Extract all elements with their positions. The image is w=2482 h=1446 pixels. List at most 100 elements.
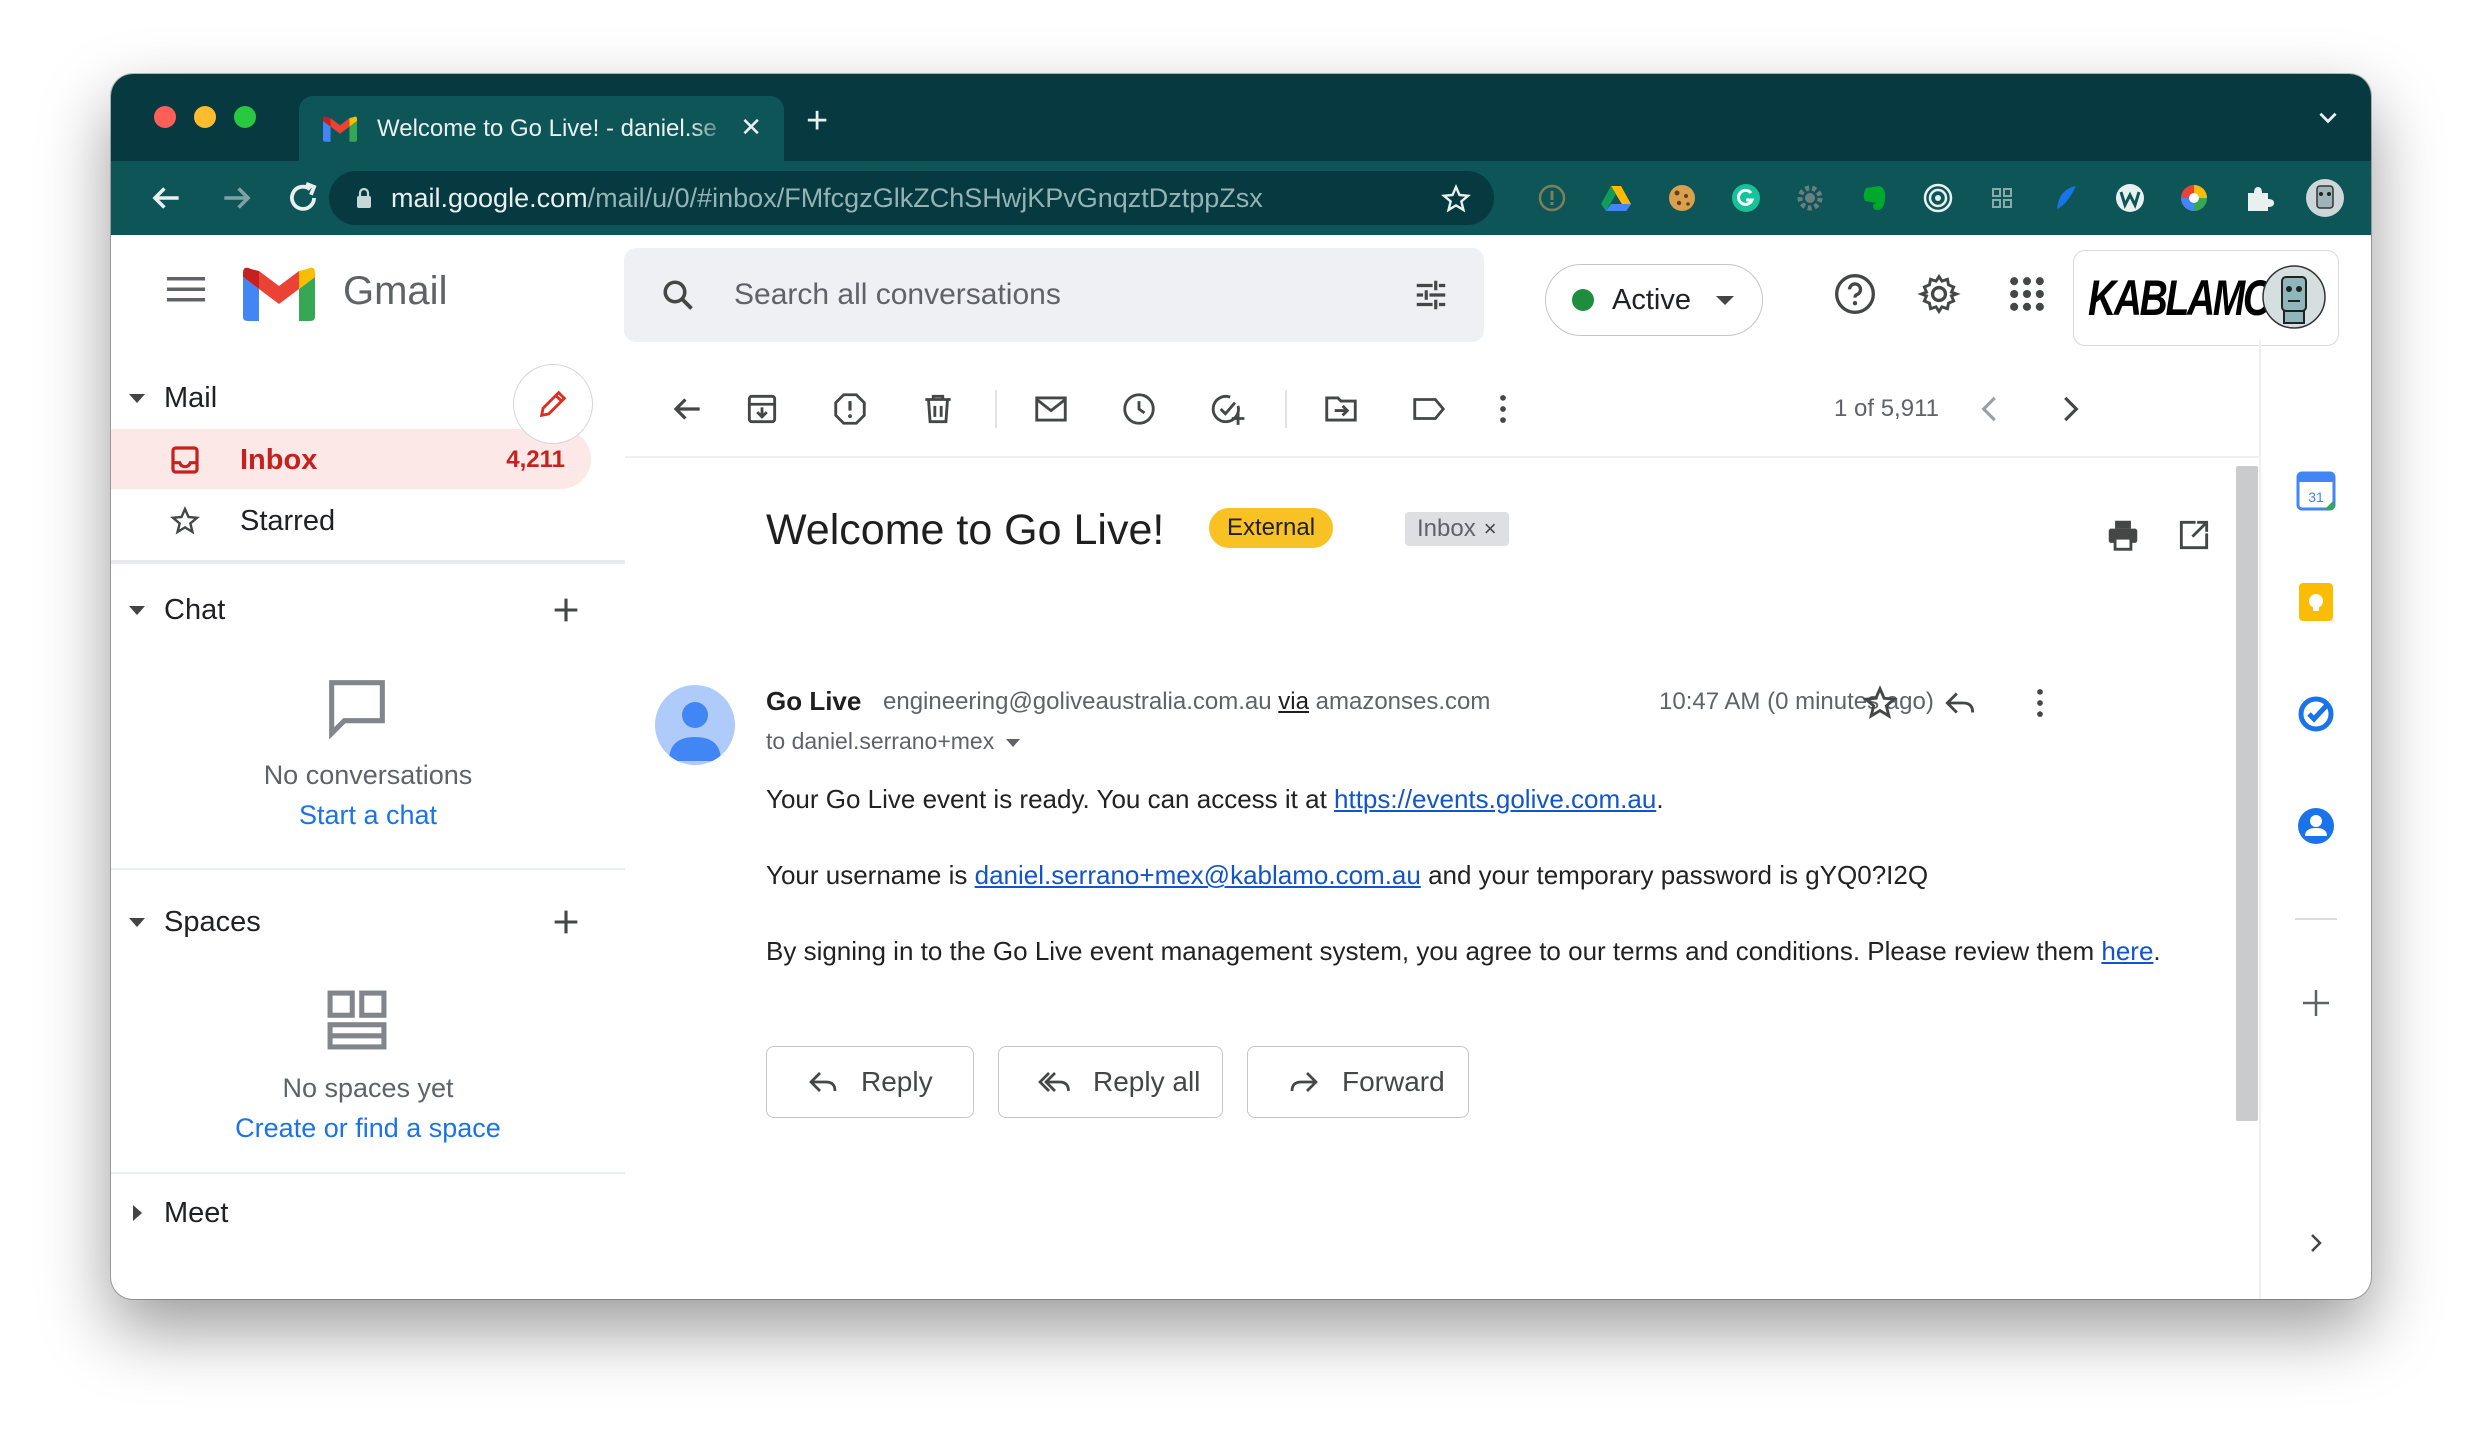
back-to-inbox-icon[interactable] bbox=[668, 390, 706, 428]
open-new-window-icon[interactable] bbox=[2175, 516, 2213, 554]
sidebar-item-starred[interactable]: Starred bbox=[111, 490, 591, 550]
info-extension-icon[interactable] bbox=[1535, 181, 1569, 215]
reply-arrow-icon[interactable] bbox=[1941, 684, 1979, 722]
add-to-tasks-icon[interactable] bbox=[1208, 390, 1246, 428]
sender-avatar[interactable] bbox=[655, 685, 735, 765]
reply-all-button[interactable]: Reply all bbox=[998, 1046, 1223, 1118]
mark-unread-icon[interactable] bbox=[1032, 390, 1070, 428]
gear-extension-icon[interactable] bbox=[1793, 181, 1827, 215]
account-brand-box[interactable]: KABLAMO bbox=[2073, 250, 2339, 346]
older-chevron-right-icon[interactable] bbox=[2051, 390, 2089, 428]
feather-extension-icon[interactable] bbox=[2049, 181, 2083, 215]
username-email-link[interactable]: daniel.serrano+mex@kablamo.com.au bbox=[975, 860, 1421, 890]
snooze-clock-icon[interactable] bbox=[1120, 390, 1158, 428]
url-text: mail.google.com/mail/u/0/#inbox/FMfcgzGl… bbox=[391, 182, 1263, 213]
bookmark-star-icon[interactable] bbox=[1440, 183, 1472, 215]
expand-caret-icon bbox=[133, 1205, 142, 1221]
details-caret-icon[interactable] bbox=[1006, 738, 1021, 747]
new-chat-plus-icon[interactable] bbox=[549, 593, 583, 627]
back-arrow-icon[interactable] bbox=[147, 179, 185, 217]
chat-section-header[interactable]: Chat bbox=[111, 580, 625, 640]
body-paragraph: Your username is daniel.serrano+mex@kabl… bbox=[766, 860, 1929, 890]
message-scrollbar[interactable] bbox=[2236, 466, 2258, 1121]
forward-button[interactable]: Forward bbox=[1247, 1046, 1469, 1118]
maximize-window-button[interactable] bbox=[234, 106, 256, 128]
sender-name[interactable]: Go Live bbox=[766, 686, 861, 717]
reply-icon bbox=[809, 1072, 837, 1092]
google-calendar-icon[interactable]: 31 bbox=[2295, 470, 2337, 512]
sender-email: engineering@goliveaustralia.com.au via a… bbox=[883, 688, 1491, 715]
browser-menu-icon[interactable] bbox=[2365, 181, 2371, 215]
google-keep-icon[interactable] bbox=[2295, 581, 2337, 623]
main-menu-icon[interactable] bbox=[167, 275, 205, 303]
print-icon[interactable] bbox=[2104, 516, 2142, 554]
settings-gear-icon[interactable] bbox=[1917, 272, 1961, 316]
google-contacts-icon[interactable] bbox=[2295, 805, 2337, 847]
target-extension-icon[interactable] bbox=[1921, 181, 1955, 215]
search-options-icon[interactable] bbox=[1412, 276, 1450, 314]
message-view: 1 of 5,911 Welcome to Go Live! External … bbox=[625, 340, 2370, 1299]
grid-extension-icon[interactable] bbox=[1985, 181, 2019, 215]
star-message-icon[interactable] bbox=[1861, 684, 1899, 722]
recipient-details[interactable]: to daniel.serrano+mex bbox=[766, 728, 1021, 755]
new-space-plus-icon[interactable] bbox=[549, 905, 583, 939]
gmail-logo-icon[interactable] bbox=[243, 267, 315, 321]
help-icon[interactable] bbox=[1833, 272, 1877, 316]
external-label-badge: External bbox=[1209, 508, 1334, 548]
get-addons-plus-icon[interactable] bbox=[2295, 982, 2337, 1024]
reload-icon[interactable] bbox=[284, 179, 322, 217]
browser-window: Welcome to Go Live! - daniel.se ✕ + mail… bbox=[111, 74, 2371, 1299]
gmail-favicon-icon bbox=[323, 116, 357, 142]
lock-icon bbox=[357, 187, 371, 208]
inbox-label-badge[interactable]: Inbox × bbox=[1405, 512, 1509, 546]
spaces-section-header[interactable]: Spaces bbox=[111, 892, 625, 952]
address-bar[interactable]: mail.google.com/mail/u/0/#inbox/FMfcgzGl… bbox=[329, 171, 1494, 225]
cookie-extension-icon[interactable] bbox=[1665, 181, 1699, 215]
status-label: Active bbox=[1612, 283, 1691, 316]
create-space-link[interactable]: Create or find a space bbox=[111, 1113, 625, 1144]
extensions-puzzle-icon[interactable] bbox=[2241, 181, 2275, 215]
w-extension-icon[interactable] bbox=[2113, 181, 2147, 215]
minimize-window-button[interactable] bbox=[194, 106, 216, 128]
move-to-icon[interactable] bbox=[1322, 390, 1360, 428]
hide-panel-chevron-icon[interactable] bbox=[2295, 1222, 2337, 1264]
status-caret-icon bbox=[1716, 296, 1734, 305]
color-picker-icon[interactable] bbox=[2177, 181, 2211, 215]
event-url-link[interactable]: https://events.golive.com.au bbox=[1334, 784, 1656, 814]
google-tasks-icon[interactable] bbox=[2295, 693, 2337, 735]
account-avatar-icon[interactable] bbox=[2262, 265, 2326, 329]
reply-button[interactable]: Reply bbox=[766, 1046, 974, 1118]
search-icon[interactable] bbox=[660, 277, 696, 313]
inbox-unread-count: 4,211 bbox=[506, 446, 565, 473]
gmail-wordmark: Gmail bbox=[343, 269, 448, 313]
delete-trash-icon[interactable] bbox=[919, 390, 957, 428]
sidebar-item-inbox[interactable]: Inbox 4,211 bbox=[111, 429, 591, 489]
status-dropdown[interactable]: Active bbox=[1545, 264, 1763, 336]
message-more-icon[interactable] bbox=[2021, 684, 2059, 722]
newer-chevron-left-icon[interactable] bbox=[1971, 390, 2009, 428]
archive-icon[interactable] bbox=[743, 390, 781, 428]
new-tab-button[interactable]: + bbox=[806, 102, 828, 140]
tab-close-icon[interactable]: ✕ bbox=[740, 114, 762, 140]
grammarly-icon[interactable] bbox=[1729, 181, 1763, 215]
compose-button[interactable] bbox=[513, 364, 593, 444]
close-window-button[interactable] bbox=[154, 106, 176, 128]
forward-arrow-icon[interactable] bbox=[218, 179, 256, 217]
profile-avatar-icon[interactable] bbox=[2305, 178, 2345, 218]
section-divider bbox=[111, 560, 625, 564]
toolbar-divider bbox=[625, 456, 2260, 458]
more-options-icon[interactable] bbox=[1484, 390, 1522, 428]
tab-search-chevron-icon[interactable] bbox=[2315, 104, 2341, 130]
browser-tab[interactable]: Welcome to Go Live! - daniel.se ✕ bbox=[299, 96, 784, 161]
google-apps-icon[interactable] bbox=[2005, 272, 2049, 316]
left-sidebar: Mail Inbox 4,211 Starred Chat No convers… bbox=[111, 340, 625, 1299]
evernote-icon[interactable] bbox=[1857, 181, 1891, 215]
google-drive-icon[interactable] bbox=[1599, 181, 1633, 215]
remove-label-icon[interactable]: × bbox=[1484, 516, 1497, 541]
report-spam-icon[interactable] bbox=[831, 390, 869, 428]
label-tag-icon[interactable] bbox=[1410, 390, 1448, 428]
start-chat-link[interactable]: Start a chat bbox=[111, 800, 625, 831]
meet-section-header[interactable]: Meet bbox=[111, 1183, 625, 1243]
terms-link[interactable]: here bbox=[2101, 936, 2153, 966]
search-input[interactable] bbox=[734, 248, 1334, 342]
